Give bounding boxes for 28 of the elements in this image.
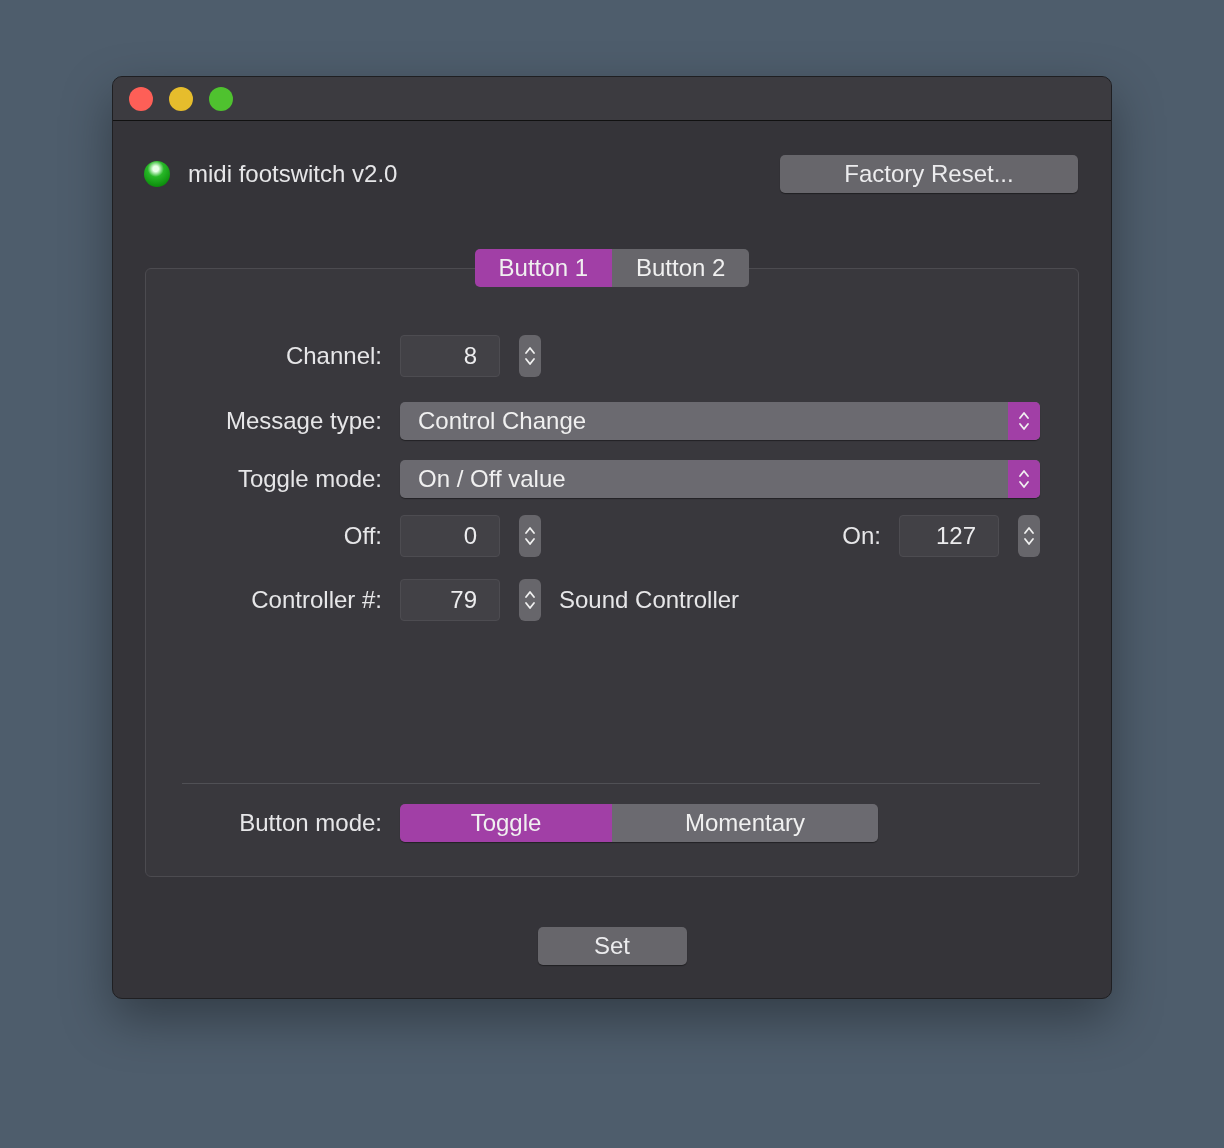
stepper[interactable] — [519, 335, 541, 377]
number-field[interactable]: 127 — [899, 515, 999, 557]
factory-reset-button[interactable]: Factory Reset... — [780, 155, 1078, 193]
zoom-button[interactable] — [209, 86, 233, 111]
minimize-button[interactable] — [169, 86, 193, 111]
number-field[interactable]: 0 — [400, 515, 500, 557]
field-label: Toggle mode: — [236, 465, 382, 493]
segment-button[interactable]: Momentary — [612, 804, 878, 842]
field-label: Controller #: — [250, 586, 382, 614]
tab[interactable]: Button 2 — [612, 249, 750, 287]
number-field[interactable]: 79 — [400, 579, 500, 621]
field-label: On: — [842, 522, 881, 550]
close-button[interactable] — [129, 86, 153, 111]
number-field[interactable]: 8 — [400, 335, 500, 377]
dropdown[interactable]: Control Change — [400, 402, 1040, 440]
app-title: midi footswitch v2.0 — [188, 160, 399, 188]
stepper[interactable] — [1018, 515, 1040, 557]
field-label: Message type: — [224, 407, 382, 435]
set-button[interactable]: Set — [537, 927, 687, 965]
stepper[interactable] — [519, 515, 541, 557]
stepper[interactable] — [519, 579, 541, 621]
dropdown[interactable]: On / Off value — [400, 460, 1040, 498]
field-label: Channel: — [284, 342, 382, 370]
controller-name: Sound Controller — [559, 586, 740, 614]
tab[interactable]: Button 1 — [474, 249, 612, 287]
segment-button[interactable]: Toggle — [400, 804, 612, 842]
field-label: Off: — [342, 522, 382, 550]
field-label: Button mode: — [238, 809, 382, 837]
